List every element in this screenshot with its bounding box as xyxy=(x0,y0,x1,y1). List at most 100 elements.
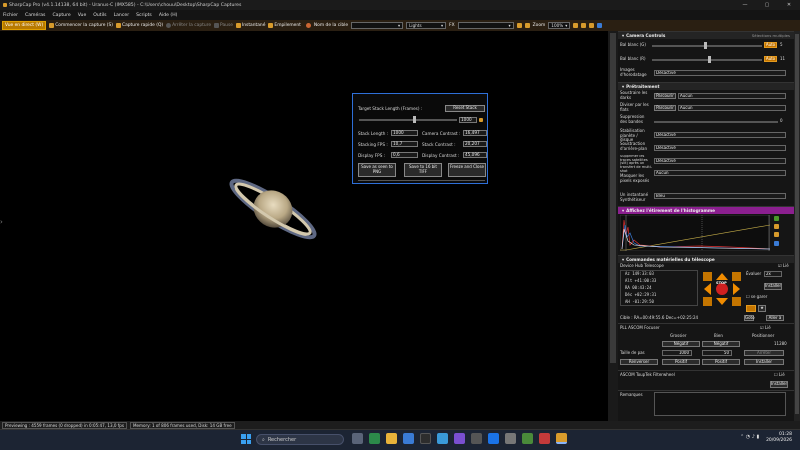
fx-select[interactable]: ▾ xyxy=(457,22,514,29)
collapse-icon[interactable]: ▾ xyxy=(622,208,624,213)
mount-small-action-button[interactable] xyxy=(746,305,756,312)
focus-fine-positive-button[interactable]: Positif xyxy=(702,359,740,365)
stack-button[interactable]: Empilement xyxy=(268,23,301,28)
crop-icon[interactable] xyxy=(516,23,522,28)
contrast-icon[interactable] xyxy=(589,23,595,28)
minimize-button[interactable]: — xyxy=(734,0,756,10)
synthetic-select[interactable]: Bleu xyxy=(654,193,786,199)
telescope-header[interactable]: ▾ Commandes matérielles du télescope xyxy=(618,255,794,263)
mount-goto-target-button[interactable]: Aller à xyxy=(766,315,784,321)
hot-pixel-select[interactable]: Aucun xyxy=(654,170,786,176)
wb-red-auto-button[interactable]: Auto xyxy=(764,56,777,62)
target-icon[interactable] xyxy=(305,23,311,28)
speed-select[interactable]: 2x xyxy=(764,271,782,277)
focus-coarse-negative-button[interactable]: Négatif xyxy=(662,341,700,347)
menu-run[interactable]: Lancer xyxy=(114,13,130,18)
wb-red-slider-handle[interactable] xyxy=(708,56,711,63)
dark-browse-button[interactable]: Parcourir xyxy=(654,93,676,99)
target-name-input[interactable]: ▾ xyxy=(351,22,404,29)
task-view-icon[interactable] xyxy=(352,433,363,444)
histogram-header[interactable]: ▾ Affichez l'étirement de l'histogramme xyxy=(618,206,794,214)
widgets-icon[interactable] xyxy=(369,433,380,444)
collapse-icon[interactable]: ▾ xyxy=(622,257,624,262)
taskbar-clock[interactable]: 01:28 20/09/2026 xyxy=(766,432,792,444)
browser-icon[interactable] xyxy=(403,433,414,444)
terminal-icon[interactable] xyxy=(420,433,431,444)
stellarium-icon[interactable] xyxy=(522,433,533,444)
focus-stop-button[interactable]: Arrêter xyxy=(744,350,784,356)
flat-browse-button[interactable]: Parcourir xyxy=(654,105,676,111)
mail-icon[interactable] xyxy=(437,433,448,444)
wb-blue-slider[interactable] xyxy=(652,45,762,47)
wb-blue-auto-button[interactable]: Auto xyxy=(764,42,777,48)
save-png-button[interactable]: Save as seen to PNG xyxy=(358,163,396,177)
filterwheel-link-checkbox[interactable]: ☐ Lié xyxy=(774,372,785,378)
sharpcap-taskbar-icon[interactable] xyxy=(556,433,567,444)
camera-controls-header[interactable]: ▾ Camera Controls Sélections multiples xyxy=(618,31,794,39)
pause-button[interactable]: Pause xyxy=(214,23,233,28)
preprocessing-header[interactable]: ▾ Prétraitement xyxy=(618,82,794,90)
focus-reverse-button[interactable]: Renverser xyxy=(620,359,658,365)
start-capture-button[interactable]: Commencer la capture (S) xyxy=(49,23,113,28)
histogram-auto-icon[interactable] xyxy=(774,224,779,229)
park-checkbox[interactable]: ☐ se garer xyxy=(746,294,767,300)
pdf-icon[interactable] xyxy=(539,433,550,444)
timestamp-select[interactable]: Désactivé xyxy=(654,70,786,76)
close-button[interactable]: ✕ xyxy=(778,0,800,10)
histogram-chart[interactable] xyxy=(620,215,770,251)
save-tiff-button[interactable]: Save to 16 bit TIFF xyxy=(404,163,442,177)
menu-scripts[interactable]: Scripts xyxy=(136,13,152,18)
trails-select[interactable]: Désactivé xyxy=(654,158,786,164)
focus-fine-negative-button[interactable]: Négatif xyxy=(702,341,740,347)
histogram-save-icon[interactable] xyxy=(774,241,779,246)
histogram-icon[interactable] xyxy=(573,23,579,28)
camera-app-icon[interactable] xyxy=(505,433,516,444)
collapse-icon[interactable]: ▾ xyxy=(622,84,624,89)
frame-type-select[interactable]: Lights ▾ xyxy=(406,22,447,29)
maximize-button[interactable]: ▢ xyxy=(756,0,778,10)
star-icon[interactable]: ★ xyxy=(758,305,766,312)
quick-capture-button[interactable]: Capture rapide (Q) xyxy=(116,23,163,28)
reticle-icon[interactable] xyxy=(524,23,530,28)
filterwheel-install-button[interactable]: Installer xyxy=(770,381,788,388)
taskbar-search[interactable]: ⌕ Rechercher xyxy=(256,434,344,445)
histogram-settings-icon[interactable] xyxy=(774,232,779,237)
menu-tools[interactable]: Outils xyxy=(93,13,106,18)
wb-red-slider[interactable] xyxy=(652,59,762,61)
target-stack-input[interactable]: 1000 xyxy=(459,117,477,123)
target-stack-slider-handle[interactable] xyxy=(413,116,416,123)
file-explorer-icon[interactable] xyxy=(386,433,397,444)
focus-coarse-positive-button[interactable]: Positif xyxy=(662,359,700,365)
mount-stop-button[interactable]: STOP xyxy=(716,281,727,286)
collapse-left-icon[interactable]: › xyxy=(0,218,6,232)
chrome-icon[interactable] xyxy=(488,433,499,444)
freeze-close-button[interactable]: Freeze and Close xyxy=(448,163,486,177)
control-panel-scrollbar-thumb[interactable] xyxy=(795,34,799,414)
multi-choice-toggle[interactable]: Sélections multiples xyxy=(752,33,794,38)
reset-stack-button[interactable]: Reset Stack xyxy=(445,105,485,112)
collapse-icon[interactable]: ▾ xyxy=(622,33,624,38)
viewer-scrollbar-thumb[interactable] xyxy=(610,33,616,363)
banding-slider[interactable] xyxy=(654,121,778,123)
stabilization-select[interactable]: Désactivé xyxy=(654,132,786,138)
dark-select[interactable]: Aucun xyxy=(678,93,786,99)
mount-link-checkbox[interactable]: ☑ Lié xyxy=(778,263,789,269)
menu-capture[interactable]: Capture xyxy=(52,13,70,18)
stop-capture-button[interactable]: Arrêter la capture xyxy=(166,23,211,28)
mount-goto-button[interactable]: Goto xyxy=(744,315,755,321)
menu-cameras[interactable]: Caméras xyxy=(25,13,45,18)
windows-start-icon[interactable] xyxy=(241,434,251,444)
histogram-zoom-icon[interactable] xyxy=(774,216,779,221)
app-icon[interactable] xyxy=(454,433,465,444)
mount-install-button[interactable]: Installer xyxy=(764,283,782,290)
wb-blue-slider-handle[interactable] xyxy=(704,42,707,49)
settings-app-icon[interactable] xyxy=(471,433,482,444)
menu-help[interactable]: Aide (H) xyxy=(159,13,178,18)
notes-textarea[interactable] xyxy=(654,392,786,416)
zoom-select[interactable]: 100% ▾ xyxy=(548,22,571,29)
background-select[interactable]: Désactivé xyxy=(654,145,786,151)
spin-icon[interactable] xyxy=(479,118,483,122)
live-view-button[interactable]: Vue en direct (W) xyxy=(2,21,47,30)
step-coarse-input[interactable]: 1000 xyxy=(662,350,692,356)
focuser-link-checkbox[interactable]: ☑ Lié xyxy=(760,325,771,331)
